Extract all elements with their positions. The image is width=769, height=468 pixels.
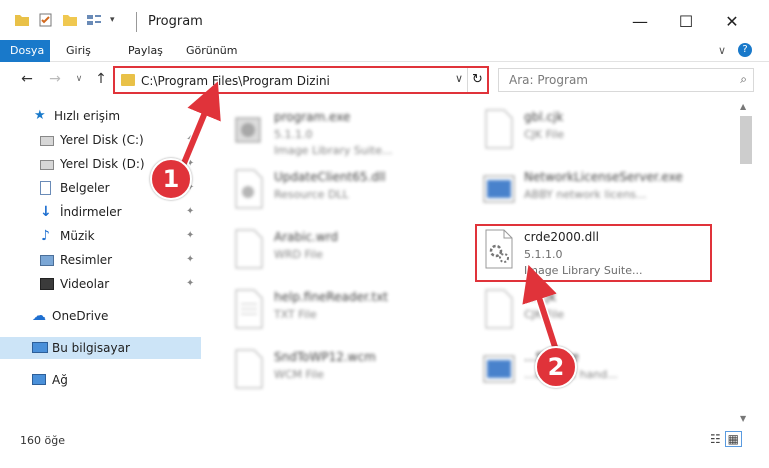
title-separator	[136, 12, 137, 32]
vertical-scrollbar[interactable]: ▲ ▼	[738, 100, 754, 425]
file-icon	[235, 349, 263, 389]
sidebar-item-downloads[interactable]: ↓ İndirmeler ✦	[0, 201, 201, 223]
file-highlight-box	[475, 224, 712, 282]
maximize-button[interactable]: ☐	[674, 10, 698, 34]
list-item[interactable]: program.exe 5.1.1.0 Image Library Suite.…	[210, 104, 450, 162]
properties-icon[interactable]	[38, 13, 54, 27]
documents-icon	[40, 181, 51, 195]
tab-share[interactable]: Paylaş	[128, 40, 163, 62]
sidebar-item-label: Bu bilgisayar	[52, 341, 130, 355]
sidebar-item-label: Hızlı erişim	[54, 109, 121, 123]
tab-file[interactable]: Dosya	[0, 40, 50, 62]
up-button[interactable]: ↑	[92, 70, 110, 88]
sidebar-item-music[interactable]: ♪ Müzik ✦	[0, 225, 201, 247]
address-row: ← → ∨ ↑ C:\Program Files\Program Dizini …	[0, 62, 769, 98]
list-item[interactable]: gbl.cjk CJK File	[460, 104, 700, 162]
sidebar-item-label: Belgeler	[60, 181, 110, 195]
drive-icon	[40, 160, 54, 170]
pin-icon[interactable]: ✦	[186, 201, 194, 223]
sidebar-item-local-disk-c[interactable]: Yerel Disk (C:) ✦	[0, 129, 201, 151]
text-file-icon	[235, 289, 263, 329]
star-icon: ★	[34, 108, 46, 123]
search-placeholder: Ara: Program	[509, 73, 588, 87]
window-title: Program	[148, 14, 203, 29]
file-icon	[235, 229, 263, 269]
file-icon	[485, 109, 513, 149]
sidebar-item-videos[interactable]: Videolar ✦	[0, 273, 201, 295]
sidebar-item-label: Yerel Disk (C:)	[60, 133, 144, 147]
recent-locations-button[interactable]: ∨	[70, 70, 88, 88]
cloud-icon: ☁	[32, 308, 46, 324]
tab-view[interactable]: Görünüm	[186, 40, 237, 62]
list-item[interactable]: Arabic.wrd WRD File	[210, 224, 450, 282]
videos-icon	[40, 278, 54, 290]
new-folder-icon[interactable]	[62, 13, 78, 27]
sidebar-item-label: Yerel Disk (D:)	[60, 157, 145, 171]
search-icon: ⌕	[740, 72, 747, 86]
list-item[interactable]: ...STI.exe ...a event hand...	[460, 344, 700, 402]
pin-icon[interactable]: ✦	[186, 249, 194, 271]
large-icons-view-icon[interactable]: ▦	[724, 431, 742, 447]
exe-file-icon	[235, 117, 261, 143]
sidebar-item-label: Videolar	[60, 277, 110, 291]
view-options-icon[interactable]	[86, 13, 102, 27]
network-icon	[32, 374, 46, 385]
sidebar-item-this-pc[interactable]: Bu bilgisayar	[0, 337, 201, 359]
title-bar: ▾ Program — ☐ ✕	[0, 0, 769, 40]
scroll-down-icon[interactable]: ▼	[740, 414, 746, 423]
dll-file-icon	[235, 169, 263, 209]
sidebar-item-network[interactable]: Ağ	[0, 369, 201, 391]
address-bar[interactable]: C:\Program Files\Program Dizini ∨ ↻	[113, 66, 489, 94]
sidebar-item-label: İndirmeler	[60, 205, 122, 219]
pin-icon[interactable]: ✦	[186, 225, 194, 247]
search-input[interactable]: Ara: Program ⌕	[498, 68, 754, 92]
download-icon: ↓	[40, 204, 52, 220]
tab-home[interactable]: Giriş	[66, 40, 91, 62]
sidebar-item-quick-access[interactable]: ★ Hızlı erişim	[0, 105, 201, 127]
pin-icon[interactable]: ✦	[186, 273, 194, 295]
sidebar-item-label: Ağ	[52, 373, 68, 387]
drive-icon	[40, 136, 54, 146]
address-dropdown-button[interactable]: ∨	[455, 72, 463, 85]
sidebar-item-onedrive[interactable]: ☁ OneDrive	[0, 305, 201, 327]
callout-badge-1: 1	[150, 158, 192, 200]
callout-badge-2: 2	[535, 346, 577, 388]
help-icon[interactable]: ?	[738, 43, 752, 57]
scroll-up-icon[interactable]: ▲	[740, 102, 746, 111]
exe-file-icon	[483, 355, 515, 383]
sidebar-item-label: OneDrive	[52, 309, 109, 323]
forward-button[interactable]: →	[46, 70, 64, 88]
customize-toolbar-icon[interactable]: ▾	[110, 15, 115, 25]
folder-icon	[121, 74, 135, 86]
item-count: 160 öğe	[20, 434, 65, 447]
status-bar: 160 öğe ☷ ▦	[0, 428, 769, 468]
sidebar-item-pictures[interactable]: Resimler ✦	[0, 249, 201, 271]
sidebar-item-label: Müzik	[60, 229, 95, 243]
list-item[interactable]: help.fineReader.txt TXT File	[210, 284, 450, 342]
folder-icon[interactable]	[14, 13, 30, 27]
pictures-icon	[40, 255, 54, 266]
file-icon	[485, 289, 513, 329]
exe-file-icon	[483, 175, 515, 203]
back-button[interactable]: ←	[18, 70, 36, 88]
quick-access-toolbar: ▾	[14, 13, 115, 27]
close-button[interactable]: ✕	[720, 10, 744, 34]
details-view-icon[interactable]: ☷	[710, 432, 721, 446]
view-toggle: ☷ ▦	[710, 431, 742, 447]
list-item[interactable]: UpdateClient65.dll Resource DLL	[210, 164, 450, 222]
sidebar-item-label: Resimler	[60, 253, 113, 267]
navigation-pane: ★ Hızlı erişim Yerel Disk (C:) ✦ Yerel D…	[0, 100, 210, 430]
ribbon-tabs: Dosya Giriş Paylaş Görünüm ∨ ?	[0, 40, 769, 62]
chevron-down-icon[interactable]: ∨	[718, 40, 726, 62]
list-item[interactable]: SndToWP12.wcm WCM File	[210, 344, 450, 402]
refresh-button[interactable]: ↻	[467, 68, 487, 92]
list-item[interactable]: NetworkLicenseServer.exe ABBY network li…	[460, 164, 700, 222]
scrollbar-thumb[interactable]	[740, 116, 752, 164]
pin-icon[interactable]: ✦	[186, 129, 194, 151]
minimize-button[interactable]: —	[628, 10, 652, 34]
list-item[interactable]: ....cjk CJK File	[460, 284, 700, 342]
computer-icon	[32, 342, 48, 353]
address-path[interactable]: C:\Program Files\Program Dizini	[141, 74, 330, 88]
music-icon: ♪	[41, 228, 50, 244]
